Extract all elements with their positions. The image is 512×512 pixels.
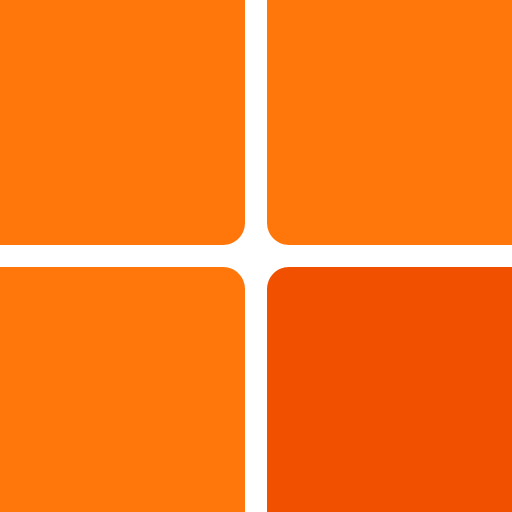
logo-tile-top-right bbox=[267, 0, 512, 245]
four-square-grid-icon bbox=[0, 0, 512, 512]
logo-tile-bottom-left bbox=[0, 267, 245, 512]
logo-tile-bottom-right bbox=[267, 267, 512, 512]
logo-tile-top-left bbox=[0, 0, 245, 245]
